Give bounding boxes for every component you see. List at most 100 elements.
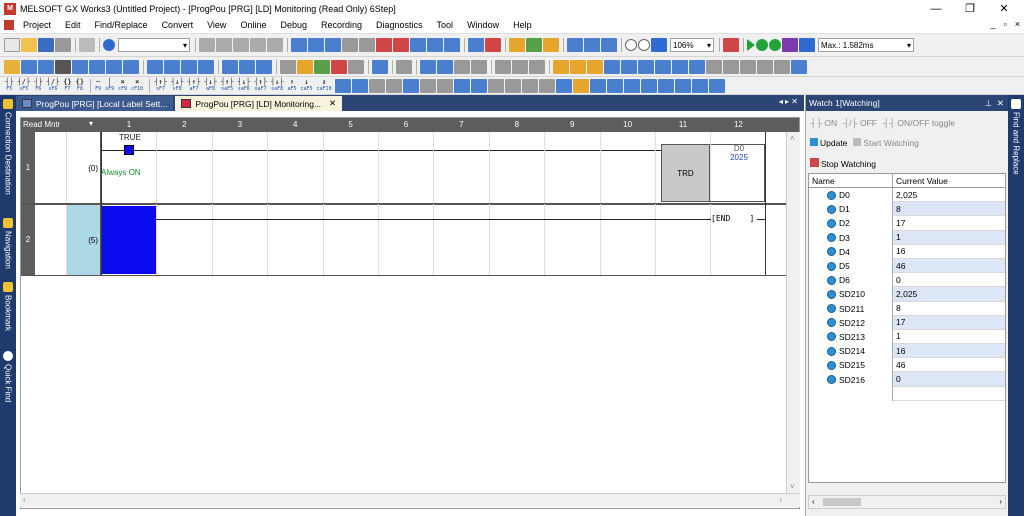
read-plc-icon[interactable] — [291, 38, 307, 52]
convert-icon[interactable] — [21, 59, 37, 74]
ladder-symbol-button[interactable]: ┤↓├ sF8 — [170, 78, 185, 93]
col-name[interactable]: Name — [809, 174, 893, 187]
device-display-icon[interactable] — [147, 59, 163, 74]
find-icon[interactable] — [222, 59, 238, 74]
module-icon[interactable] — [55, 59, 71, 74]
monitor-stop-icon[interactable] — [393, 38, 409, 52]
ladder-tool-icon[interactable] — [368, 78, 385, 93]
run-icon[interactable] — [747, 39, 755, 51]
window-icon[interactable] — [372, 59, 388, 74]
ladder-symbol-button[interactable]: ┤↑├ sF7 — [153, 78, 168, 93]
ladder-tool-icon[interactable] — [657, 78, 674, 93]
verify-plc-icon[interactable] — [325, 38, 341, 52]
program-list-icon[interactable] — [567, 38, 583, 52]
tab-nav-arrows[interactable]: ◂ ▸ ✕ — [779, 97, 798, 106]
layout4-icon[interactable] — [471, 59, 487, 74]
watch-row[interactable]: SD212 17 — [809, 315, 1005, 330]
layout2-icon[interactable] — [437, 59, 453, 74]
watch-close-icon[interactable]: ✕ — [997, 98, 1004, 108]
menu-view[interactable]: View — [200, 20, 233, 30]
ladder-symbol-button[interactable]: ┤↑├ aF7 — [187, 78, 202, 93]
ladder-symbol-button[interactable]: {} F8 — [75, 78, 85, 93]
zoom-combo[interactable]: 106% ▾ — [670, 38, 714, 52]
tool11-icon[interactable] — [723, 59, 739, 74]
watch-row[interactable]: D4 16 — [809, 244, 1005, 259]
ladder-symbol-button[interactable]: ┤/├ sF5 — [16, 78, 31, 93]
scan-time-combo[interactable]: Max.: 1.582ms ▾ — [818, 38, 914, 52]
ok-icon[interactable] — [756, 39, 768, 51]
ladder-vertical-scrollbar[interactable]: ˄ ˅ — [786, 132, 800, 493]
ladder-symbol-button[interactable]: ┤↓├ saF8 — [270, 78, 285, 93]
ladder-tool-icon[interactable] — [453, 78, 470, 93]
grid2-icon[interactable] — [512, 59, 528, 74]
tool8-icon[interactable] — [672, 59, 688, 74]
ladder-tool-icon[interactable] — [419, 78, 436, 93]
tool3-icon[interactable] — [587, 59, 603, 74]
layout3-icon[interactable] — [454, 59, 470, 74]
cut-icon[interactable] — [199, 38, 215, 52]
cross-ref-icon[interactable] — [601, 38, 617, 52]
contact-symbol[interactable] — [124, 145, 134, 155]
ok2-icon[interactable] — [769, 39, 781, 51]
ladder-tool-icon[interactable] — [470, 78, 487, 93]
menu-help[interactable]: Help — [506, 20, 539, 30]
simulator-stop-icon[interactable] — [485, 38, 501, 52]
ladder-symbol-button[interactable]: │ sF9 — [104, 78, 115, 93]
comment-icon[interactable] — [89, 59, 105, 74]
monitor-start-icon[interactable] — [376, 38, 392, 52]
online-edit-icon[interactable] — [342, 38, 358, 52]
rung-row-header[interactable]: 2 — [21, 204, 35, 275]
tool10-icon[interactable] — [706, 59, 722, 74]
watch-row[interactable]: SD216 0 — [809, 372, 1005, 387]
update-button[interactable]: Update — [810, 138, 847, 148]
dev-comment-icon[interactable] — [181, 59, 197, 74]
ladder-symbol-button[interactable]: × cF10 — [130, 78, 144, 93]
watch-row[interactable]: D5 46 — [809, 258, 1005, 274]
grid3-icon[interactable] — [529, 59, 545, 74]
layout-icon[interactable] — [420, 59, 436, 74]
ladder-tool-icon[interactable] — [385, 78, 402, 93]
search-combo[interactable]: ▾ — [118, 38, 190, 52]
tab-local-label-settings[interactable]: ProgPou [PRG] [Local Label Sett... — [16, 96, 174, 111]
watch-row[interactable]: D3 1 — [809, 230, 1005, 245]
grid-icon[interactable] — [495, 59, 511, 74]
ladder-symbol-button[interactable]: ┤↑├ saF7 — [253, 78, 268, 93]
scroll-left-icon[interactable]: ‹ — [23, 495, 26, 504]
arrange-icon[interactable] — [396, 59, 412, 74]
scroll-right-icon[interactable]: › — [779, 495, 782, 504]
watch-row[interactable]: SD211 8 — [809, 301, 1005, 316]
watch-icon[interactable] — [444, 38, 460, 52]
monitor-mode-icon[interactable] — [427, 38, 443, 52]
ladder-tool-icon[interactable] — [487, 78, 504, 93]
watch-row[interactable]: D2 17 — [809, 216, 1005, 231]
mode-dropdown-icon[interactable]: ▾ — [89, 119, 93, 128]
ladder-tool-icon[interactable] — [674, 78, 691, 93]
menu-find-replace[interactable]: Find/Replace — [88, 20, 155, 30]
on-button[interactable]: ┤├ ON — [810, 118, 837, 128]
device-batch-icon[interactable] — [509, 38, 525, 52]
tool12-icon[interactable] — [740, 59, 756, 74]
start-watching-button[interactable]: Start Watching — [853, 138, 919, 148]
ladder-tool-icon[interactable] — [521, 78, 538, 93]
watch-row[interactable]: SD214 16 — [809, 344, 1005, 359]
menu-tool[interactable]: Tool — [430, 20, 461, 30]
tab-connection-destination[interactable]: Connection Destination — [0, 97, 16, 211]
watch-scroll-left-icon[interactable]: ‹ — [812, 497, 815, 506]
ladder-edit-icon[interactable] — [4, 59, 20, 74]
watch-row[interactable]: D1 8 — [809, 202, 1005, 217]
watch-empty-row[interactable] — [809, 386, 1005, 401]
menu-window[interactable]: Window — [460, 20, 506, 30]
ladder-tool-icon[interactable] — [436, 78, 453, 93]
ladder-symbol-button[interactable]: ┤├ F6 — [33, 78, 43, 93]
dev-list-icon[interactable] — [164, 59, 180, 74]
scroll-thumb[interactable] — [823, 498, 861, 506]
scroll-up-icon[interactable]: ˄ — [790, 134, 795, 143]
tab-ld-monitoring[interactable]: ProgPou [PRG] [LD] Monitoring... ✕ — [175, 96, 343, 111]
ladder-symbol-button[interactable]: ┤/├ sF6 — [46, 78, 61, 93]
diagnostics-icon[interactable] — [782, 38, 798, 52]
ladder-tool-icon[interactable] — [504, 78, 521, 93]
ladder-tool-icon[interactable] — [640, 78, 657, 93]
mdi-close-button[interactable]: × — [1015, 19, 1020, 29]
tool14-icon[interactable] — [774, 59, 790, 74]
watch-scroll-right-icon[interactable]: › — [999, 497, 1002, 506]
